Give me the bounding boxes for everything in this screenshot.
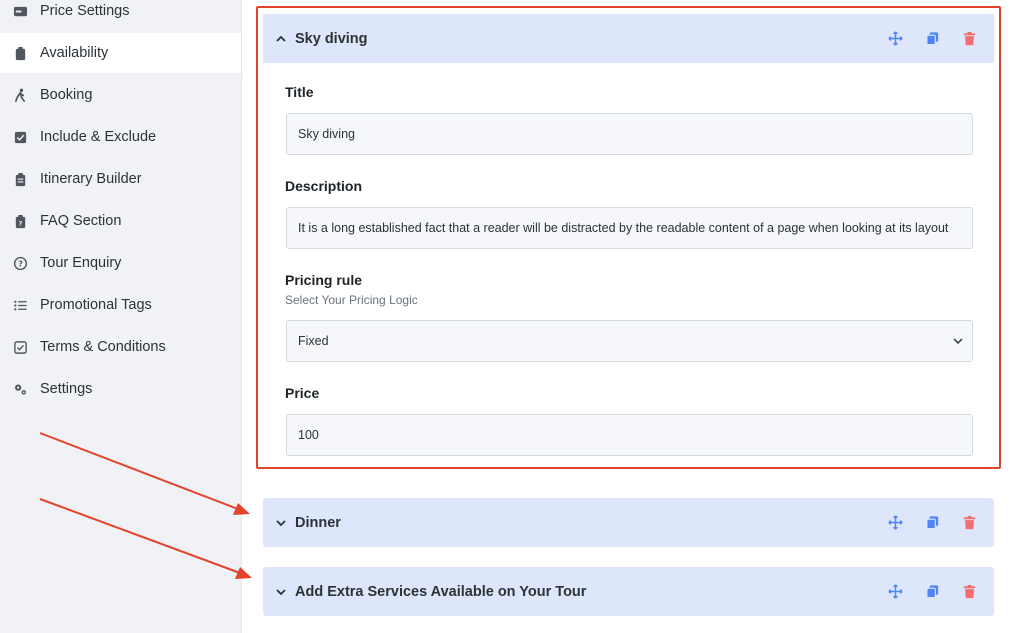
walking-person-icon: [12, 87, 28, 103]
sidebar-item-booking[interactable]: Booking: [0, 75, 241, 115]
panel-actions: [886, 30, 978, 48]
sidebar-item-settings[interactable]: Settings: [0, 369, 241, 409]
chevron-up-icon[interactable]: [274, 32, 288, 46]
move-icon[interactable]: [886, 514, 904, 532]
pricing-rule-select[interactable]: Fixed: [286, 320, 973, 362]
sidebar-item-include-exclude[interactable]: Include & Exclude: [0, 117, 241, 157]
description-label: Description: [285, 178, 363, 194]
sidebar-item-label: Tour Enquiry: [40, 255, 122, 271]
duplicate-icon[interactable]: [923, 583, 941, 601]
sidebar-item-tour-enquiry[interactable]: ? Tour Enquiry: [0, 243, 241, 283]
description-input[interactable]: It is a long established fact that a rea…: [286, 207, 973, 249]
svg-text:?: ?: [18, 219, 22, 227]
move-icon[interactable]: [886, 30, 904, 48]
checkbox-icon: [12, 129, 28, 145]
check-square-icon: [12, 339, 28, 355]
sidebar-item-label: Booking: [40, 87, 93, 103]
sidebar-item-terms-conditions[interactable]: Terms & Conditions: [0, 327, 241, 367]
panel-actions: [886, 583, 978, 601]
clipboard-list-icon: [12, 171, 28, 187]
service-panel-header[interactable]: Dinner: [263, 498, 994, 547]
service-panel-header[interactable]: Sky diving: [263, 14, 994, 63]
duplicate-icon[interactable]: [923, 30, 941, 48]
pricing-rule-help: Select Your Pricing Logic: [285, 293, 418, 307]
service-panel-title: Dinner: [295, 514, 341, 531]
chevron-down-icon: [953, 338, 963, 345]
list-icon: [12, 297, 28, 313]
sidebar-item-itinerary-builder[interactable]: Itinerary Builder: [0, 159, 241, 199]
gears-icon: [12, 381, 28, 397]
title-label: Title: [285, 84, 314, 100]
sidebar-item-label: FAQ Section: [40, 213, 122, 229]
sidebar-item-label: Settings: [40, 381, 93, 397]
move-icon[interactable]: [886, 583, 904, 601]
sidebar-item-label: Availability: [40, 45, 109, 61]
delete-icon[interactable]: [960, 30, 978, 48]
sidebar-item-price-settings[interactable]: Price Settings: [0, 0, 241, 31]
price-input[interactable]: 100: [286, 414, 973, 456]
service-panel-title: Add Extra Services Available on Your Tou…: [295, 583, 587, 600]
sidebar-item-availability[interactable]: Availability: [0, 33, 241, 73]
delete-icon[interactable]: [960, 514, 978, 532]
question-circle-icon: ?: [12, 255, 28, 271]
sidebar-item-label: Price Settings: [40, 3, 130, 19]
sidebar: Price Settings Availability Booking Incl…: [0, 0, 242, 633]
clipboard-icon: [12, 45, 28, 61]
title-input[interactable]: Sky diving: [286, 113, 973, 155]
pricing-rule-value: Fixed: [298, 334, 329, 348]
svg-text:?: ?: [18, 259, 23, 268]
chevron-down-icon[interactable]: [274, 585, 288, 599]
delete-icon[interactable]: [960, 583, 978, 601]
clipboard-question-icon: ?: [12, 213, 28, 229]
sidebar-item-faq-section[interactable]: ? FAQ Section: [0, 201, 241, 241]
duplicate-icon[interactable]: [923, 514, 941, 532]
panel-actions: [886, 514, 978, 532]
sidebar-item-label: Include & Exclude: [40, 129, 157, 145]
chevron-down-icon[interactable]: [274, 516, 288, 530]
sidebar-item-label: Promotional Tags: [40, 297, 152, 313]
service-panel-title: Sky diving: [295, 30, 368, 47]
service-panel-header[interactable]: Add Extra Services Available on Your Tou…: [263, 567, 994, 616]
pricing-rule-label: Pricing rule: [285, 272, 363, 288]
sidebar-item-label: Itinerary Builder: [40, 171, 142, 187]
price-tag-icon: [12, 3, 28, 19]
sidebar-item-promotional-tags[interactable]: Promotional Tags: [0, 285, 241, 325]
price-label: Price: [285, 385, 320, 401]
sidebar-item-label: Terms & Conditions: [40, 339, 166, 355]
